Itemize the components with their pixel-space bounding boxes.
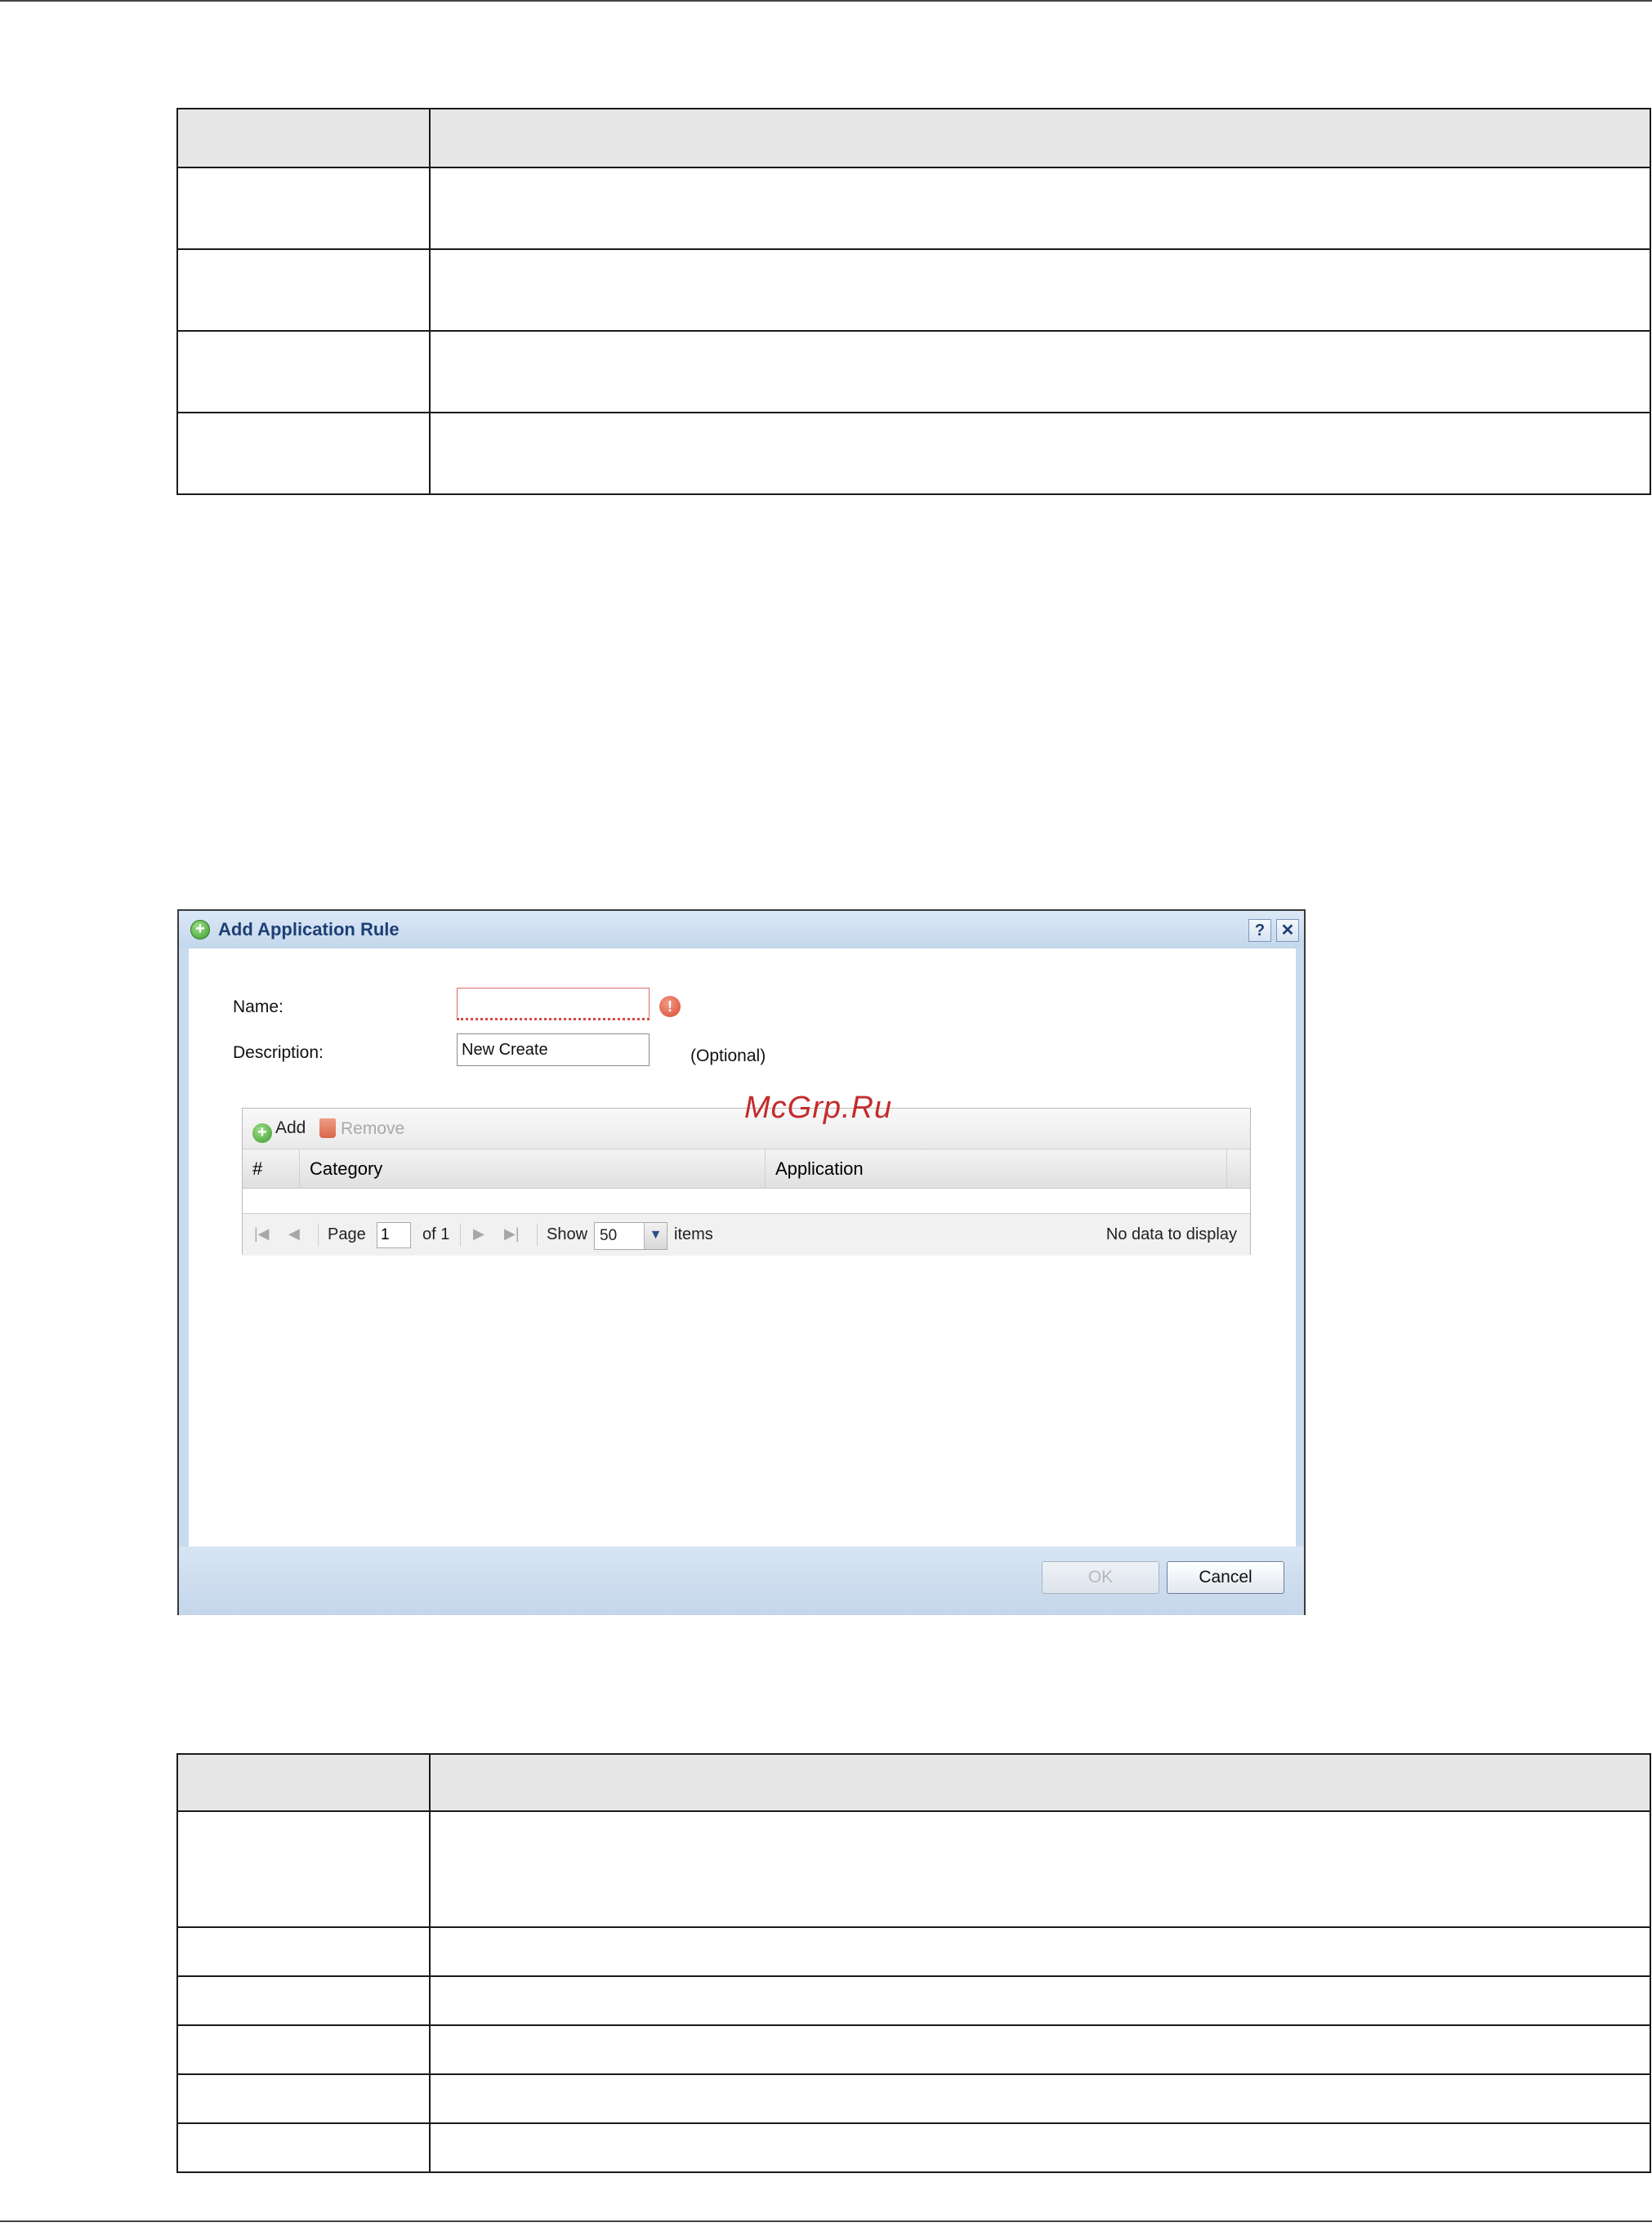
description-label: Description:: [233, 1043, 324, 1062]
show-label: Show: [547, 1225, 588, 1243]
pager-divider: [318, 1224, 319, 1247]
table-cell: [176, 330, 431, 413]
next-page-icon[interactable]: ▶: [473, 1225, 484, 1243]
page-label: Page: [328, 1225, 366, 1243]
table-row: [176, 1926, 1651, 1977]
add-button[interactable]: + Add: [252, 1118, 306, 1143]
column-number[interactable]: #: [243, 1149, 300, 1189]
remove-button[interactable]: Remove: [319, 1118, 404, 1139]
add-circle-icon: +: [252, 1123, 272, 1143]
description-table-bottom: [176, 1753, 1651, 2173]
application-grid: + Add Remove # Category Application |◀ ◀ …: [242, 1108, 1251, 1256]
table-row: [176, 1975, 1651, 2026]
table-cell: [429, 412, 1651, 495]
last-page-icon[interactable]: ▶|: [504, 1225, 520, 1243]
close-icon[interactable]: ✕: [1276, 919, 1299, 942]
pager: |◀ ◀ Page of 1 ▶ ▶| Show 50 ▼ items No d…: [243, 1213, 1250, 1256]
table-cell: [176, 167, 431, 250]
show-select[interactable]: 50 ▼: [594, 1222, 667, 1250]
table-cell: [176, 2024, 431, 2075]
table-row: [176, 412, 1651, 495]
table-cell: [429, 1975, 1651, 2026]
optional-note: (Optional): [690, 1047, 766, 1065]
table-header-row: [176, 108, 1651, 168]
description-table-top: [176, 108, 1651, 495]
show-value: 50: [600, 1227, 618, 1244]
name-label: Name:: [233, 997, 284, 1016]
table-row: [176, 2073, 1651, 2124]
table-cell: [429, 2122, 1651, 2173]
table-cell: [429, 2073, 1651, 2124]
header-cell: [429, 1753, 1651, 1812]
table-cell: [176, 1810, 431, 1928]
pager-divider: [460, 1224, 461, 1247]
header-cell: [176, 1753, 431, 1812]
help-icon[interactable]: ?: [1248, 919, 1271, 942]
page-input[interactable]: [377, 1222, 411, 1248]
top-rule: [0, 0, 1652, 2]
dialog-body: Name: ! Description: (Optional) +Add Rem…: [189, 948, 1296, 1546]
table-row: [176, 2122, 1651, 2173]
table-cell: [429, 2024, 1651, 2075]
table-cell: [176, 412, 431, 495]
table-row: [176, 248, 1651, 332]
table-row: [176, 2024, 1651, 2075]
table-row: [176, 1810, 1651, 1928]
remove-label: Remove: [341, 1119, 405, 1138]
table-cell: [176, 2073, 431, 2124]
table-row: [176, 167, 1651, 250]
column-category[interactable]: Category: [300, 1149, 766, 1189]
add-circle-icon: +: [190, 920, 210, 939]
header-cell: [429, 108, 1651, 168]
chevron-down-icon[interactable]: ▼: [644, 1223, 667, 1249]
dialog-title-bar: + Add Application Rule ? ✕: [179, 911, 1304, 948]
dialog-title: Add Application Rule: [218, 919, 400, 939]
name-field[interactable]: [457, 988, 650, 1020]
add-application-rule-dialog: + Add Application Rule ? ✕ Name: ! Descr…: [177, 909, 1306, 1615]
dialog-footer: OK Cancel: [179, 1546, 1304, 1615]
table-cell: [176, 1926, 431, 1977]
page-total: of 1: [422, 1225, 450, 1243]
cancel-button[interactable]: Cancel: [1167, 1561, 1284, 1594]
add-label: Add: [275, 1118, 306, 1137]
trash-icon: [319, 1118, 336, 1138]
table-row: [176, 330, 1651, 413]
header-cell: [176, 108, 431, 168]
table-header-row: [176, 1753, 1651, 1812]
table-cell: [176, 248, 431, 332]
table-cell: [429, 1926, 1651, 1977]
items-label: items: [674, 1225, 713, 1243]
watermark: McGrp.Ru: [744, 1091, 893, 1125]
ok-button[interactable]: OK: [1042, 1561, 1159, 1594]
table-cell: [429, 330, 1651, 413]
error-icon: !: [659, 996, 681, 1017]
column-application[interactable]: Application: [766, 1149, 1227, 1189]
description-field[interactable]: [457, 1033, 650, 1066]
table-cell: [429, 1810, 1651, 1928]
table-cell: [429, 167, 1651, 250]
table-cell: [429, 248, 1651, 332]
bottom-rule: [0, 2220, 1652, 2222]
first-page-icon[interactable]: |◀: [254, 1225, 270, 1243]
table-cell: [176, 1975, 431, 2026]
prev-page-icon[interactable]: ◀: [288, 1225, 300, 1243]
table-cell: [176, 2122, 431, 2173]
grid-header: # Category Application: [243, 1149, 1250, 1189]
pager-status: No data to display: [1105, 1225, 1237, 1243]
column-menu[interactable]: [1227, 1149, 1252, 1189]
pager-divider: [537, 1224, 538, 1247]
